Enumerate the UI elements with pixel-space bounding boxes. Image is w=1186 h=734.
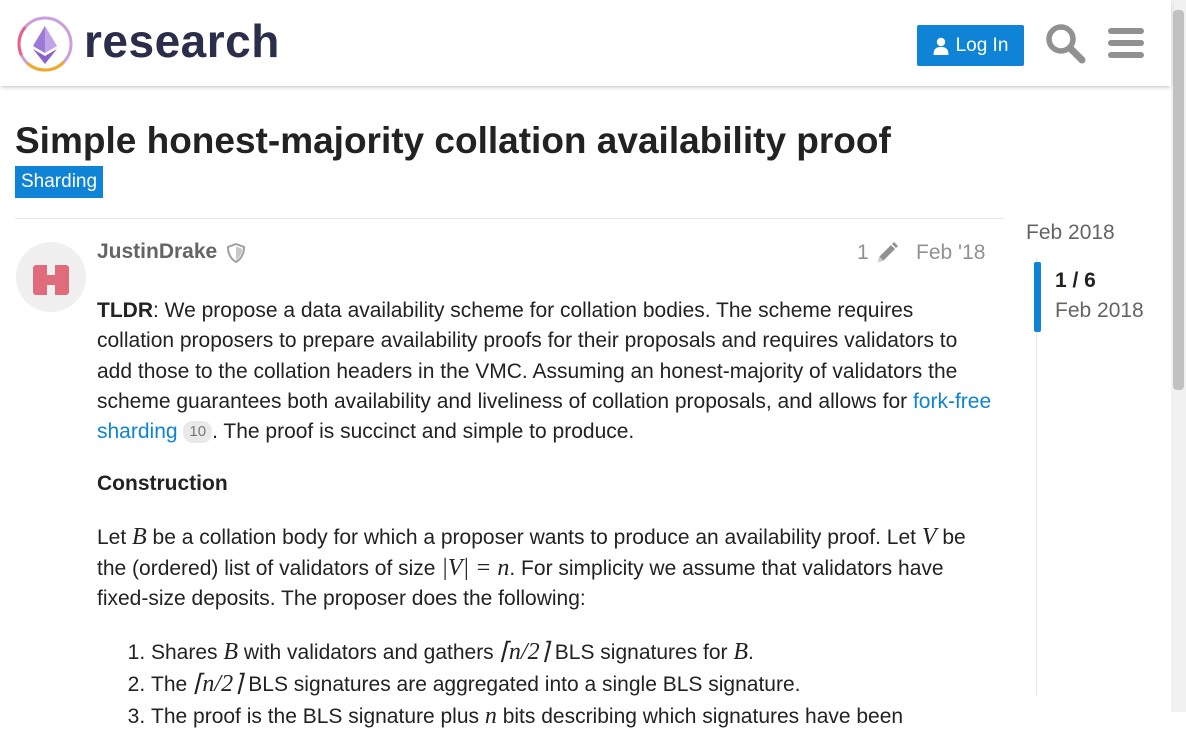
list-item: The ⌈n/2⌉ BLS signatures are aggregated … (151, 669, 992, 700)
math: V (921, 523, 937, 550)
site-logo-text[interactable]: research (84, 14, 280, 68)
edit-count: 1 (857, 241, 869, 264)
avatar[interactable] (16, 242, 86, 312)
hamburger-menu-icon[interactable] (1105, 22, 1147, 64)
post-username[interactable]: JustinDrake (97, 240, 217, 264)
list-item: Shares B with validators and gathers ⌈n/… (151, 637, 992, 668)
paragraph: TLDR: We propose a data availability sch… (97, 296, 992, 447)
category-badge[interactable]: Sharding (15, 166, 104, 198)
math: B (132, 523, 147, 550)
login-label: Log In (955, 34, 1009, 56)
site-header: research Log In (0, 0, 1171, 86)
text: be a collation body for which a proposer… (146, 525, 922, 549)
shield-icon (226, 243, 246, 263)
paragraph: Let B be a collation body for which a pr… (97, 522, 992, 615)
math: |V| = n (441, 555, 510, 582)
scrollbar-thumb[interactable] (1173, 10, 1184, 390)
link-click-count: 10 (183, 421, 213, 444)
pencil-icon (877, 242, 898, 262)
timeline-position: 1 / 6 (1055, 269, 1096, 292)
user-icon (933, 37, 949, 55)
tldr-label: TLDR (97, 299, 153, 322)
timeline-handle[interactable] (1034, 262, 1041, 332)
ethereum-logo-icon[interactable] (17, 16, 73, 72)
divider (15, 218, 1004, 219)
post-date[interactable]: Feb '18 (916, 241, 985, 265)
timeline-start-date[interactable]: Feb 2018 (1026, 221, 1115, 245)
construction-heading: Construction (97, 472, 228, 496)
timeline-current-date: Feb 2018 (1055, 299, 1144, 322)
section-heading: Construction (97, 469, 992, 499)
steps-list: Shares B with validators and gathers ⌈n/… (97, 637, 992, 733)
scrollbar[interactable] (1171, 0, 1186, 712)
list-item: The proof is the BLS signature plus n bi… (151, 701, 992, 732)
text: Let (97, 525, 133, 549)
edit-history-button[interactable]: 1 (857, 241, 899, 265)
text: . The proof is succinct and simple to pr… (212, 420, 635, 444)
text: : We propose a data availability scheme … (97, 299, 958, 413)
login-button[interactable]: Log In (917, 25, 1024, 66)
post-body: TLDR: We propose a data availability sch… (97, 296, 992, 734)
search-icon[interactable] (1044, 22, 1086, 64)
topic-title[interactable]: Simple honest-majority collation availab… (15, 120, 891, 162)
